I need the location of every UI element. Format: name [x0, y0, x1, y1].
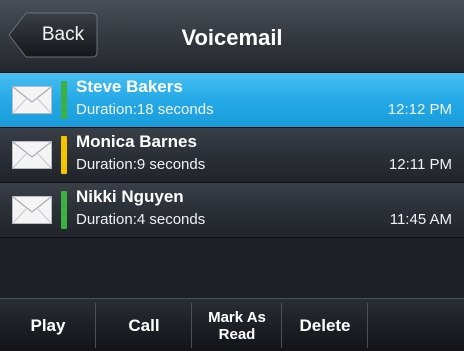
- message-duration: Duration:9 seconds: [76, 156, 206, 173]
- list-empty-area: [0, 238, 464, 298]
- voicemail-item-monica-barnes[interactable]: Monica Barnes Duration:9 seconds 12:11 P…: [0, 128, 464, 183]
- softkey-bar: Play Call Mark As Read Delete: [0, 298, 464, 351]
- message-time: 12:11 PM: [388, 156, 452, 173]
- title-bar: Back Voicemail: [0, 0, 464, 73]
- caller-name: Monica Barnes: [76, 132, 197, 151]
- status-bar: [61, 191, 67, 229]
- status-bar: [61, 136, 67, 174]
- message-duration: Duration:4 seconds: [76, 211, 206, 228]
- voicemail-item-steve-bakers[interactable]: Steve Bakers Duration:18 seconds 12:12 P…: [0, 73, 464, 128]
- page-title: Voicemail: [181, 25, 283, 50]
- message-time: 11:45 AM: [389, 211, 452, 228]
- back-button-label: Back: [41, 24, 85, 45]
- message-time: 12:12 PM: [387, 101, 452, 118]
- call-softkey[interactable]: Call: [96, 299, 192, 351]
- envelope-icon: [12, 196, 52, 224]
- voicemail-screen: Back Voicemail Steve Bakers Duration:18 …: [0, 0, 464, 351]
- voicemail-item-nikki-nguyen[interactable]: Nikki Nguyen Duration:4 seconds 11:45 AM: [0, 183, 464, 238]
- caller-name: Nikki Nguyen: [76, 187, 184, 206]
- delete-softkey[interactable]: Delete: [282, 299, 368, 351]
- envelope-icon: [12, 86, 52, 114]
- status-bar: [61, 81, 67, 119]
- back-button[interactable]: Back: [8, 12, 98, 58]
- play-softkey[interactable]: Play: [0, 299, 96, 351]
- mark-as-read-softkey[interactable]: Mark As Read: [192, 299, 282, 351]
- empty-softkey[interactable]: [368, 299, 464, 351]
- message-duration: Duration:18 seconds: [76, 101, 214, 118]
- caller-name: Steve Bakers: [76, 77, 183, 96]
- envelope-icon: [12, 141, 52, 169]
